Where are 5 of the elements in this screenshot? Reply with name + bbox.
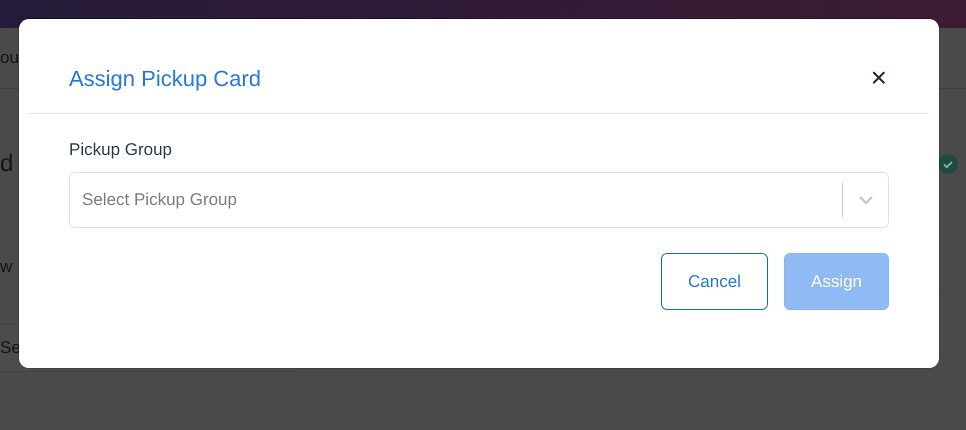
close-button[interactable]: × — [868, 64, 889, 92]
cancel-button[interactable]: Cancel — [661, 253, 768, 310]
pickup-group-select[interactable]: Select Pickup Group — [69, 172, 889, 228]
dialog-title: Assign Pickup Card — [69, 65, 261, 92]
field-label: Pickup Group — [69, 140, 173, 160]
